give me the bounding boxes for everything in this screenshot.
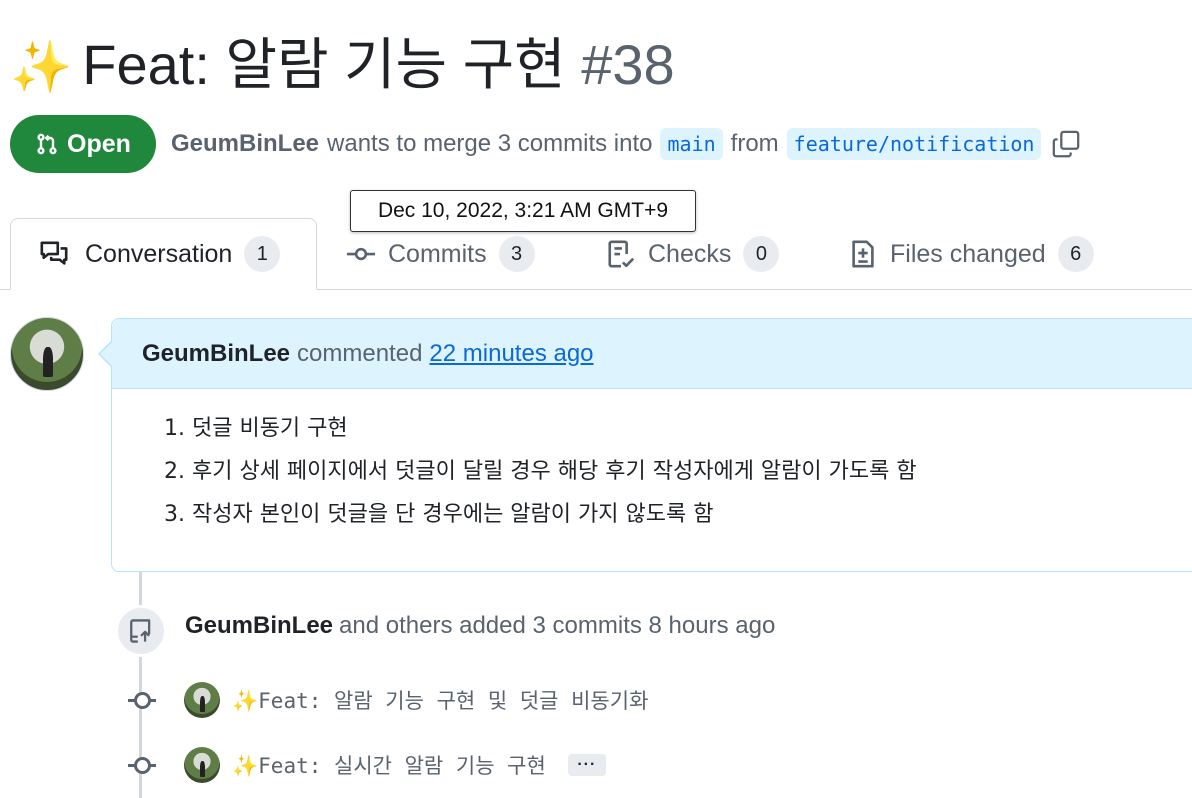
list-item: 2. 후기 상세 페이지에서 덧글이 달릴 경우 해당 후기 작성자에게 알람이… <box>164 459 917 484</box>
expand-commit-button[interactable]: ··· <box>567 754 606 776</box>
git-pull-request-icon <box>37 133 57 155</box>
tab-conversation[interactable]: Conversation 1 <box>10 218 317 290</box>
tab-count: 6 <box>1057 236 1094 272</box>
repo-push-icon <box>115 605 167 657</box>
commit-message[interactable]: ✨Feat: 실시간 알람 기능 구현 <box>232 750 546 780</box>
git-commit-icon <box>346 247 376 261</box>
comment-header: GeumBinLee commented 22 minutes ago <box>112 319 1192 389</box>
comment-action: commented <box>297 339 423 367</box>
sparkles-emoji: ✨ <box>232 689 259 713</box>
from-text: from <box>730 130 779 157</box>
avatar[interactable] <box>10 317 84 391</box>
comment-arrow <box>98 340 113 368</box>
comment-card: GeumBinLee commented 22 minutes ago 1. 덧… <box>111 318 1192 572</box>
sparkles-emoji: ✨ <box>232 754 259 778</box>
sparkles-emoji: ✨ <box>10 38 73 96</box>
pr-title: ✨ Feat: 알람 기능 구현 #38 <box>10 28 675 104</box>
pr-merge-info: GeumBinLee wants to merge 3 commits into… <box>171 126 1081 162</box>
base-branch[interactable]: main <box>660 128 723 160</box>
avatar-figure <box>42 346 53 378</box>
tab-count: 3 <box>498 236 535 272</box>
git-commit-icon <box>128 755 156 775</box>
avatar-figure <box>199 696 205 712</box>
comment-body: 1. 덧글 비동기 구현 2. 후기 상세 페이지에서 덧글이 달릴 경우 해당… <box>112 389 1192 536</box>
merge-text: wants to merge 3 commits into <box>327 130 653 157</box>
event-text: and others added 3 commits 8 hours ago <box>339 612 776 639</box>
pr-number: #38 <box>581 33 675 96</box>
tab-label: Checks <box>648 239 732 268</box>
timestamp-tooltip: Dec 10, 2022, 3:21 AM GMT+9 <box>350 190 696 232</box>
tab-label: Files changed <box>890 239 1046 268</box>
head-branch[interactable]: feature/notification <box>786 128 1042 160</box>
tab-count: 0 <box>743 236 780 272</box>
git-commit-icon <box>128 690 156 710</box>
commit-row: ✨Feat: 알람 기능 구현 및 덧글 비동기화 <box>128 680 648 720</box>
pr-author-link[interactable]: GeumBinLee <box>171 130 319 158</box>
comment-time-link[interactable]: 22 minutes ago <box>429 340 593 368</box>
tab-count: 1 <box>244 236 281 272</box>
comment-discussion-icon <box>40 241 68 265</box>
tab-files-changed[interactable]: Files changed 6 <box>848 218 1094 290</box>
commits-added-event: GeumBinLee and others added 3 commits 8 h… <box>185 612 775 640</box>
tab-label: Commits <box>388 239 487 268</box>
list-item: 1. 덧글 비동기 구현 <box>164 416 348 441</box>
pr-state-badge: Open <box>10 115 156 173</box>
commit-message[interactable]: ✨Feat: 알람 기능 구현 및 덧글 비동기화 <box>232 685 648 715</box>
commit-message-text: Feat: 알람 기능 구현 및 덧글 비동기화 <box>258 689 649 713</box>
comment-author[interactable]: GeumBinLee <box>142 340 290 368</box>
list-item: 3. 작성자 본인이 덧글을 단 경우에는 알람이 가지 않도록 함 <box>164 502 714 527</box>
pr-title-text: Feat: 알람 기능 구현 <box>82 33 566 96</box>
pr-state-label: Open <box>67 129 131 158</box>
avatar-figure <box>199 761 205 777</box>
file-diff-icon <box>852 240 874 268</box>
avatar[interactable] <box>184 682 220 718</box>
event-author[interactable]: GeumBinLee <box>185 612 333 639</box>
tab-label: Conversation <box>85 239 233 268</box>
commit-message-text: Feat: 실시간 알람 기능 구현 <box>258 754 546 778</box>
commit-row: ✨Feat: 실시간 알람 기능 구현 ··· <box>128 745 606 785</box>
checklist-icon <box>608 240 635 268</box>
copy-icon[interactable] <box>1051 129 1081 159</box>
avatar[interactable] <box>184 747 220 783</box>
